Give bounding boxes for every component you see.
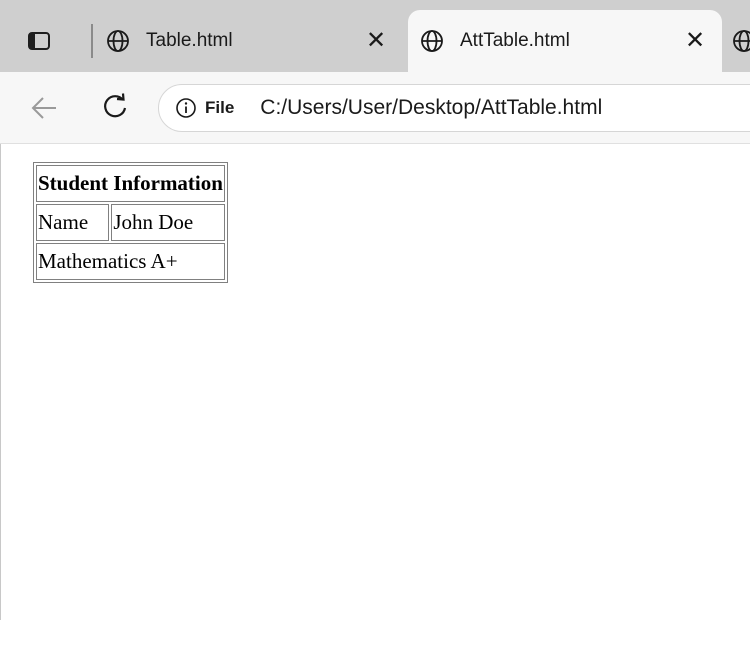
back-arrow-icon[interactable] (30, 94, 58, 122)
table-header-cell: Student Information (36, 165, 225, 202)
address-bar[interactable]: File C:/Users/User/Desktop/AttTable.html (158, 84, 750, 132)
table-cell-name-value: John Doe (111, 204, 225, 241)
url-text[interactable]: C:/Users/User/Desktop/AttTable.html (260, 96, 602, 120)
table-cell-subject: Mathematics A+ (36, 243, 225, 280)
tab-strip: Table.html ✕ AttTable.html ✕ (0, 0, 750, 72)
close-tab-icon[interactable]: ✕ (685, 29, 705, 53)
tab-partial[interactable] (728, 10, 750, 72)
tab-atttable-html[interactable]: AttTable.html ✕ (408, 10, 722, 72)
tab-title: AttTable.html (460, 30, 570, 51)
tab-actions-icon (28, 32, 50, 50)
browser-window: Table.html ✕ AttTable.html ✕ File C:/Use… (0, 0, 750, 646)
table-cell-name-label: Name (36, 204, 110, 241)
globe-icon (107, 30, 129, 52)
tab-title: Table.html (146, 30, 233, 51)
table-row: Name John Doe (36, 204, 225, 241)
table-row: Student Information (36, 165, 225, 202)
tab-table-html[interactable]: Table.html ✕ (96, 10, 402, 72)
tab-separator (91, 24, 93, 58)
info-icon[interactable] (175, 97, 197, 119)
close-tab-icon[interactable]: ✕ (366, 29, 386, 53)
table-row: Mathematics A+ (36, 243, 225, 280)
globe-icon (733, 30, 750, 52)
globe-icon (421, 30, 443, 52)
page-content: Student Information Name John Doe Mathem… (0, 144, 750, 620)
toolbar: File C:/Users/User/Desktop/AttTable.html (0, 72, 750, 144)
refresh-icon[interactable] (100, 92, 130, 122)
tab-actions-button[interactable] (22, 26, 56, 56)
student-table: Student Information Name John Doe Mathem… (33, 162, 228, 283)
site-info-label[interactable]: File (205, 98, 234, 118)
